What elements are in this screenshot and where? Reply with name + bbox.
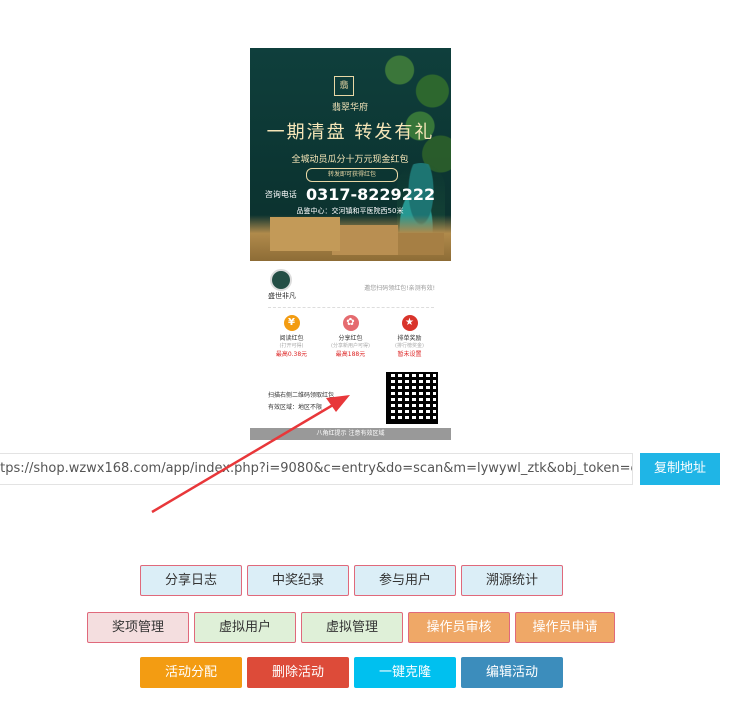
poster-image: 翡 翡翠华府 一期清盘 转发有礼 全城动员瓜分十万元现金红包 转发即可获得红包 … xyxy=(250,48,451,440)
poster-headline: 一期清盘 转发有礼 xyxy=(266,122,435,143)
reward-amount: 暂未设置 xyxy=(397,351,422,358)
url-text: ttps://shop.wzwx168.com/app/index.php?i=… xyxy=(0,461,633,476)
poster-address: 品鉴中心：交河镇和平医院西50米 xyxy=(296,207,404,215)
operator-apply-button[interactable]: 操作员申请 xyxy=(515,612,615,643)
edit-activity-button[interactable]: 编辑活动 xyxy=(461,657,563,688)
url-input[interactable]: ttps://shop.wzwx168.com/app/index.php?i=… xyxy=(0,453,633,485)
red-envelope-icon: ¥ xyxy=(283,315,300,331)
gift-icon: ✿ xyxy=(342,315,359,331)
delete-activity-button[interactable]: 删除活动 xyxy=(247,657,349,688)
virtual-manage-button[interactable]: 虚拟管理 xyxy=(301,612,403,643)
copy-url-button[interactable]: 复制地址 xyxy=(640,453,720,485)
poster-phone: 咨询电话 0317-8229222 xyxy=(260,184,440,204)
reward-name: 阅读红包 xyxy=(279,335,304,342)
reward-list: ¥ 阅读红包 (打开可得) 最高0.38元 ✿ 分享红包 (分享新用户可得) 最… xyxy=(264,315,437,358)
scan-instruction: 扫描右侧二维码领取红包 xyxy=(268,392,335,399)
trophy-icon: ★ xyxy=(401,315,418,331)
reward-note: (分享新用户可得) xyxy=(331,343,370,349)
reward-note: (排行榜奖金) xyxy=(395,343,424,349)
virtual-user-button[interactable]: 虚拟用户 xyxy=(194,612,296,643)
avatar xyxy=(270,269,292,291)
poster-header: 翡 翡翠华府 一期清盘 转发有礼 全城动员瓜分十万元现金红包 转发即可获得红包 … xyxy=(250,48,451,261)
prize-manage-button[interactable]: 奖项管理 xyxy=(87,612,189,643)
brand-logo-icon: 翡 xyxy=(334,76,354,96)
reward-amount: 最高0.38元 xyxy=(275,351,308,358)
phone-number: 0317-8229222 xyxy=(305,185,436,204)
nickname: 盛世非凡 xyxy=(268,292,296,300)
activity-assign-button[interactable]: 活动分配 xyxy=(140,657,242,688)
reward-rank: ★ 排单奖励 (排行榜奖金) 暂未设置 xyxy=(382,315,437,358)
qr-code-icon xyxy=(386,372,438,424)
invite-hint: 邀您扫码领红包!亲测有效! xyxy=(364,285,435,292)
castle-decoration xyxy=(250,215,451,261)
poster-pill: 转发即可获得红包 xyxy=(306,168,398,182)
reward-name: 分享红包 xyxy=(338,335,363,342)
poster-footer: 八角红提示 注意有效区域 xyxy=(250,428,451,440)
reward-name: 排单奖励 xyxy=(397,335,422,342)
reward-share: ✿ 分享红包 (分享新用户可得) 最高188元 xyxy=(323,315,378,358)
divider xyxy=(268,307,434,308)
prize-record-button[interactable]: 中奖纪录 xyxy=(247,565,349,596)
reward-read: ¥ 阅读红包 (打开可得) 最高0.38元 xyxy=(264,315,319,358)
brand-name: 翡翠华府 xyxy=(331,103,368,113)
phone-label: 咨询电话 xyxy=(264,190,297,199)
poster-qr-section: 扫描右侧二维码领取红包 有效区域：地区不限 八角红提示 注意有效区域 xyxy=(250,368,451,440)
operator-review-button[interactable]: 操作员审核 xyxy=(408,612,510,643)
poster-reward-section: 盛世非凡 邀您扫码领红包!亲测有效! ¥ 阅读红包 (打开可得) 最高0.38元… xyxy=(250,261,451,381)
participants-button[interactable]: 参与用户 xyxy=(354,565,456,596)
share-log-button[interactable]: 分享日志 xyxy=(140,565,242,596)
trace-stats-button[interactable]: 溯源统计 xyxy=(461,565,563,596)
valid-area: 有效区域：地区不限 xyxy=(268,404,323,411)
poster-subline: 全城动员瓜分十万元现金红包 xyxy=(291,155,409,165)
clone-activity-button[interactable]: 一键克隆 xyxy=(354,657,456,688)
reward-amount: 最高188元 xyxy=(335,351,366,358)
reward-note: (打开可得) xyxy=(279,343,304,349)
